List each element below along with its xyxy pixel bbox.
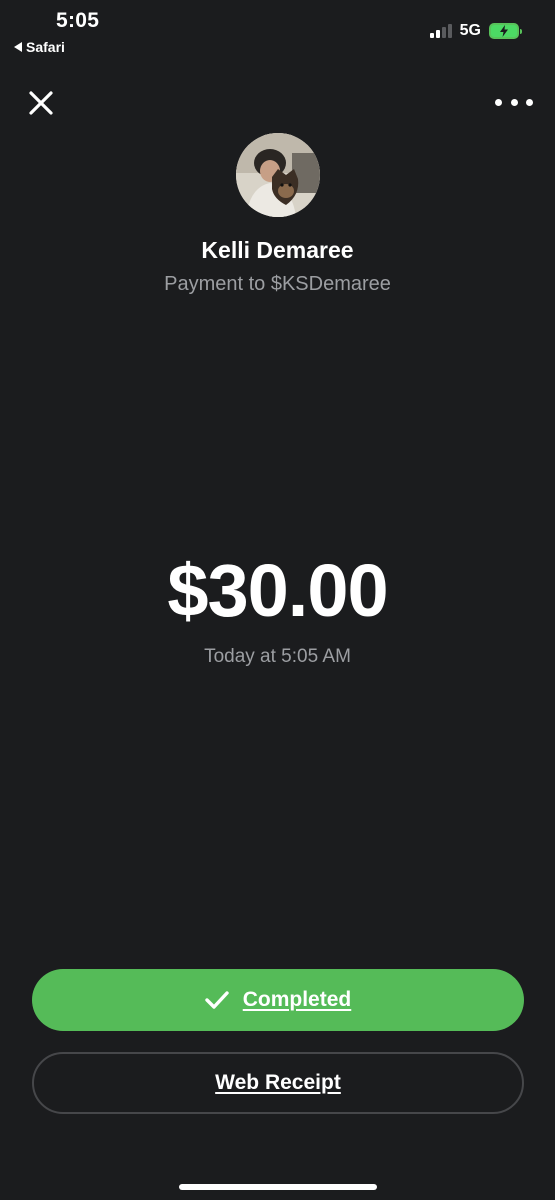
checkmark-icon (205, 991, 229, 1009)
back-arrow-icon (14, 42, 22, 52)
recipient-avatar (236, 133, 320, 217)
close-button[interactable] (24, 86, 58, 120)
recipient-cashtag: Payment to $KSDemaree (164, 273, 391, 295)
cellular-signal-icon (429, 24, 452, 38)
close-icon (29, 91, 53, 115)
payment-timestamp: Today at 5:05 AM (204, 646, 351, 667)
back-app-label: Safari (26, 39, 65, 55)
completed-status-button[interactable]: Completed (32, 969, 524, 1031)
status-indicators: 5G (429, 22, 522, 40)
network-type: 5G (459, 22, 481, 39)
more-options-button[interactable] (495, 90, 533, 114)
payment-amount: $30.00 (167, 549, 388, 632)
home-indicator[interactable] (179, 1184, 377, 1190)
web-receipt-button[interactable]: Web Receipt (32, 1052, 524, 1114)
completed-label: Completed (242, 988, 352, 1011)
more-options-icon (495, 98, 502, 106)
status-time: 5:05 (56, 9, 100, 32)
back-to-app-link[interactable]: Safari (14, 39, 65, 55)
avatar-photo (236, 133, 320, 217)
web-receipt-label: Web Receipt (215, 1071, 341, 1094)
recipient-name: Kelli Demaree (201, 237, 354, 263)
battery-charging-icon (489, 23, 522, 39)
